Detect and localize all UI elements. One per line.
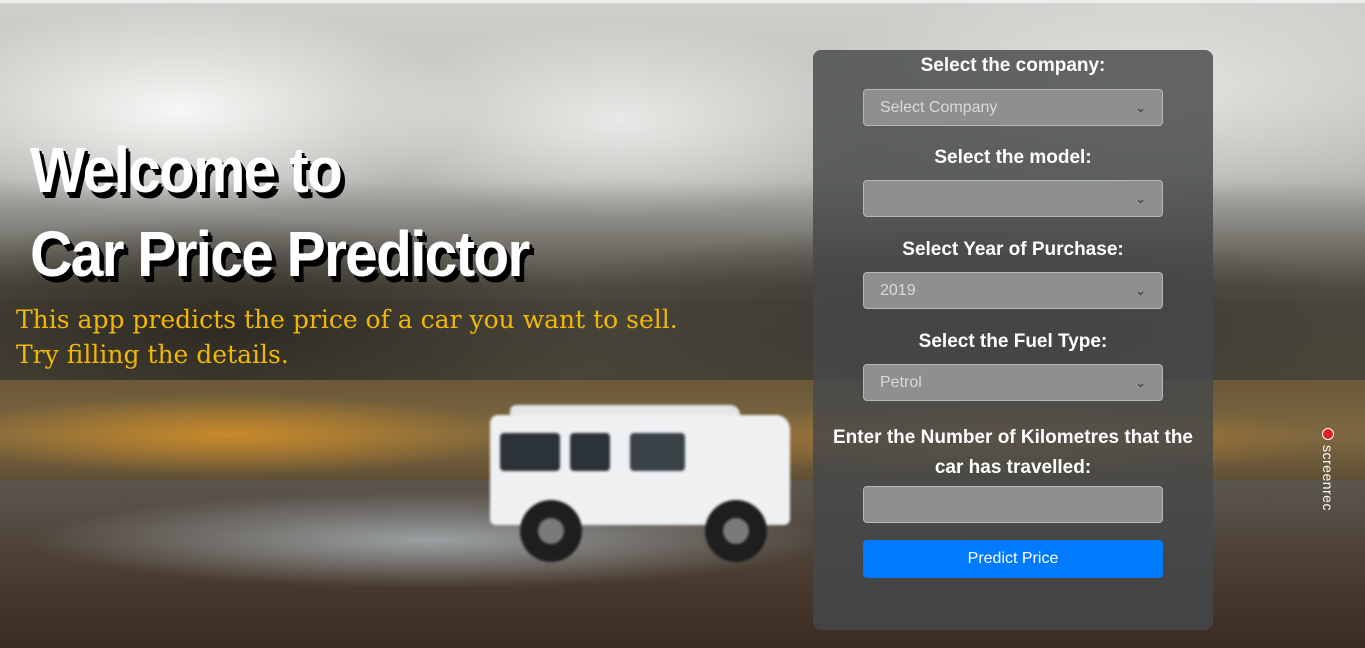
chevron-down-icon: ⌄ <box>1135 190 1146 206</box>
chevron-down-icon: ⌄ <box>1135 374 1146 390</box>
hero-section: Welcome to Car Price Predictor This app … <box>16 128 776 372</box>
hero-title-line2: Car Price Predictor <box>30 218 530 290</box>
hero-subtitle-line2: Try filling the details. <box>16 340 289 369</box>
hero-subtitle-line1: This app predicts the price of a car you… <box>16 305 678 334</box>
car-window <box>570 433 610 471</box>
kms-label: Enter the Number of Kilometres that the … <box>833 427 1193 478</box>
chevron-down-icon: ⌄ <box>1135 282 1146 298</box>
screenrec-badge[interactable]: screenrec <box>1317 425 1339 517</box>
kms-input[interactable] <box>863 486 1163 523</box>
chevron-down-icon: ⌄ <box>1135 99 1146 115</box>
company-select-value: Select Company <box>880 98 998 116</box>
year-select[interactable]: 2019 ⌄ <box>863 272 1163 309</box>
year-label: Select Year of Purchase: <box>902 239 1124 260</box>
car-window <box>500 433 560 471</box>
car-image <box>490 405 820 575</box>
company-label: Select the company: <box>920 55 1106 76</box>
predict-price-button[interactable]: Predict Price <box>863 540 1163 578</box>
hero-title: Welcome to Car Price Predictor <box>30 128 716 296</box>
hero-subtitle: This app predicts the price of a car you… <box>16 302 776 372</box>
fuel-select[interactable]: Petrol ⌄ <box>863 364 1163 401</box>
year-select-value: 2019 <box>880 281 916 299</box>
top-border <box>0 0 1365 3</box>
prediction-form: Select the company: Select Company ⌄ Sel… <box>813 50 1213 630</box>
model-select[interactable]: ⌄ <box>863 180 1163 217</box>
model-label: Select the model: <box>934 147 1092 168</box>
car-hub <box>723 518 749 544</box>
screenrec-label: screenrec <box>1320 445 1336 511</box>
car-hub <box>538 518 564 544</box>
car-window <box>630 433 685 471</box>
fuel-select-value: Petrol <box>880 373 922 391</box>
record-dot-icon <box>1322 428 1334 440</box>
fuel-label: Select the Fuel Type: <box>918 331 1108 352</box>
company-select[interactable]: Select Company ⌄ <box>863 89 1163 126</box>
hero-title-line1: Welcome to <box>30 134 343 206</box>
